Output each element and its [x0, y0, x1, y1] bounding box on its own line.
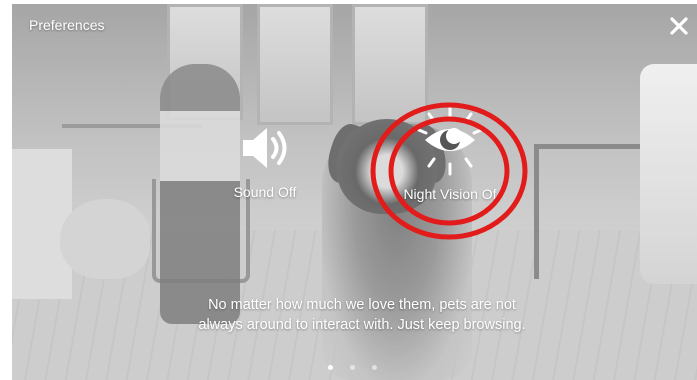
sound-toggle-label: Sound Off	[233, 184, 297, 200]
promo-message-line-2: always around to interact with. Just kee…	[198, 317, 526, 333]
close-icon	[670, 17, 688, 35]
page-indicator	[328, 365, 377, 370]
promo-message: No matter how much we love them, pets ar…	[152, 295, 572, 335]
page-dot-2[interactable]	[350, 365, 355, 370]
eye-moon-icon	[417, 104, 483, 176]
page-title: Preferences	[29, 17, 105, 33]
page-dot-1[interactable]	[328, 365, 333, 370]
camera-feed-background: Preferences Sound Off Night Vision Of No…	[12, 4, 697, 380]
close-button[interactable]	[667, 14, 691, 38]
night-vision-toggle-button[interactable]: Night Vision Of	[380, 104, 520, 202]
speaker-icon	[243, 128, 287, 168]
promo-message-line-1: No matter how much we love them, pets ar…	[208, 297, 516, 313]
night-vision-toggle-label: Night Vision Of	[403, 186, 497, 202]
sound-toggle-button[interactable]: Sound Off	[210, 122, 320, 200]
page-dot-3[interactable]	[372, 365, 377, 370]
